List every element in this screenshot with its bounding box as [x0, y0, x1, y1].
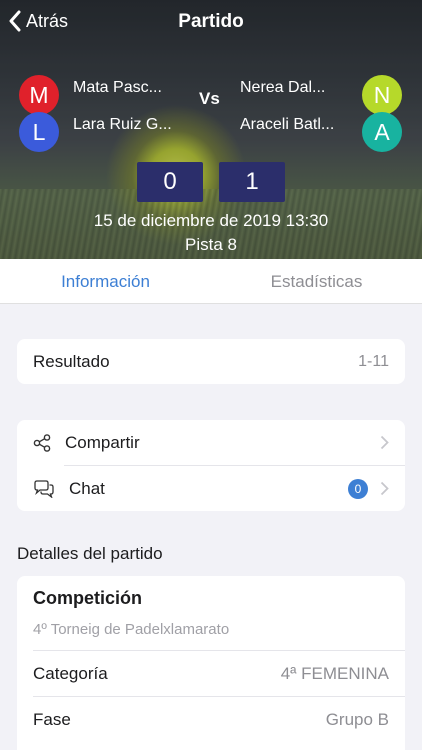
section-title: Detalles del partido	[17, 544, 163, 563]
competition-value: 4º Torneig de Padelxlamarato	[33, 621, 230, 638]
category-label: Categoría	[33, 663, 108, 683]
player-name-2[interactable]: Lara Ruiz G...	[73, 116, 172, 134]
competition-label: Competición	[33, 588, 143, 608]
chevron-right-icon	[380, 435, 389, 450]
segment-tabs: Información Estadísticas	[0, 259, 422, 304]
player-name-3[interactable]: Nerea Dal...	[240, 79, 325, 97]
match-court: Pista 8	[185, 235, 237, 254]
actions-card: Compartir Chat 0	[17, 420, 405, 511]
result-row: Resultado 1-11	[17, 339, 405, 384]
tab-informacion[interactable]: Información	[0, 259, 211, 303]
score-team-1: 0	[137, 162, 203, 202]
player-avatar-3[interactable]: N	[362, 75, 402, 115]
chat-unread-badge: 0	[348, 479, 368, 499]
navigation-bar: Atrás Partido	[0, 0, 422, 46]
chat-row[interactable]: Chat 0	[17, 466, 405, 511]
score-team-2: 1	[219, 162, 285, 202]
phase-row: Fase Grupo B	[17, 697, 405, 742]
phase-value: Grupo B	[325, 709, 389, 729]
chat-icon	[34, 479, 54, 498]
category-row: Categoría 4ª FEMENINA	[17, 651, 405, 696]
tab-estadisticas[interactable]: Estadísticas	[211, 259, 422, 303]
player-name-4[interactable]: Araceli Batl...	[240, 116, 334, 134]
player-avatar-1[interactable]: M	[19, 75, 59, 115]
share-icon	[33, 433, 51, 452]
result-card: Resultado 1-11	[17, 339, 405, 384]
chat-label: Chat	[69, 478, 105, 498]
player-avatar-4[interactable]: A	[362, 112, 402, 152]
player-avatar-2[interactable]: L	[19, 112, 59, 152]
result-value: 1-11	[358, 352, 389, 370]
match-datetime: 15 de diciembre de 2019 13:30	[93, 211, 329, 230]
share-row[interactable]: Compartir	[17, 420, 405, 465]
category-value: 4ª FEMENINA	[280, 663, 389, 683]
details-card: Competición 4º Torneig de Padelxlamarato…	[17, 576, 405, 750]
result-label: Resultado	[33, 351, 110, 371]
player-name-1[interactable]: Mata Pasc...	[73, 79, 162, 97]
page-title: Partido	[178, 11, 244, 32]
phase-label: Fase	[33, 709, 71, 729]
versus-label: Vs	[199, 89, 220, 108]
chevron-right-icon	[380, 481, 389, 496]
share-label: Compartir	[65, 432, 140, 452]
